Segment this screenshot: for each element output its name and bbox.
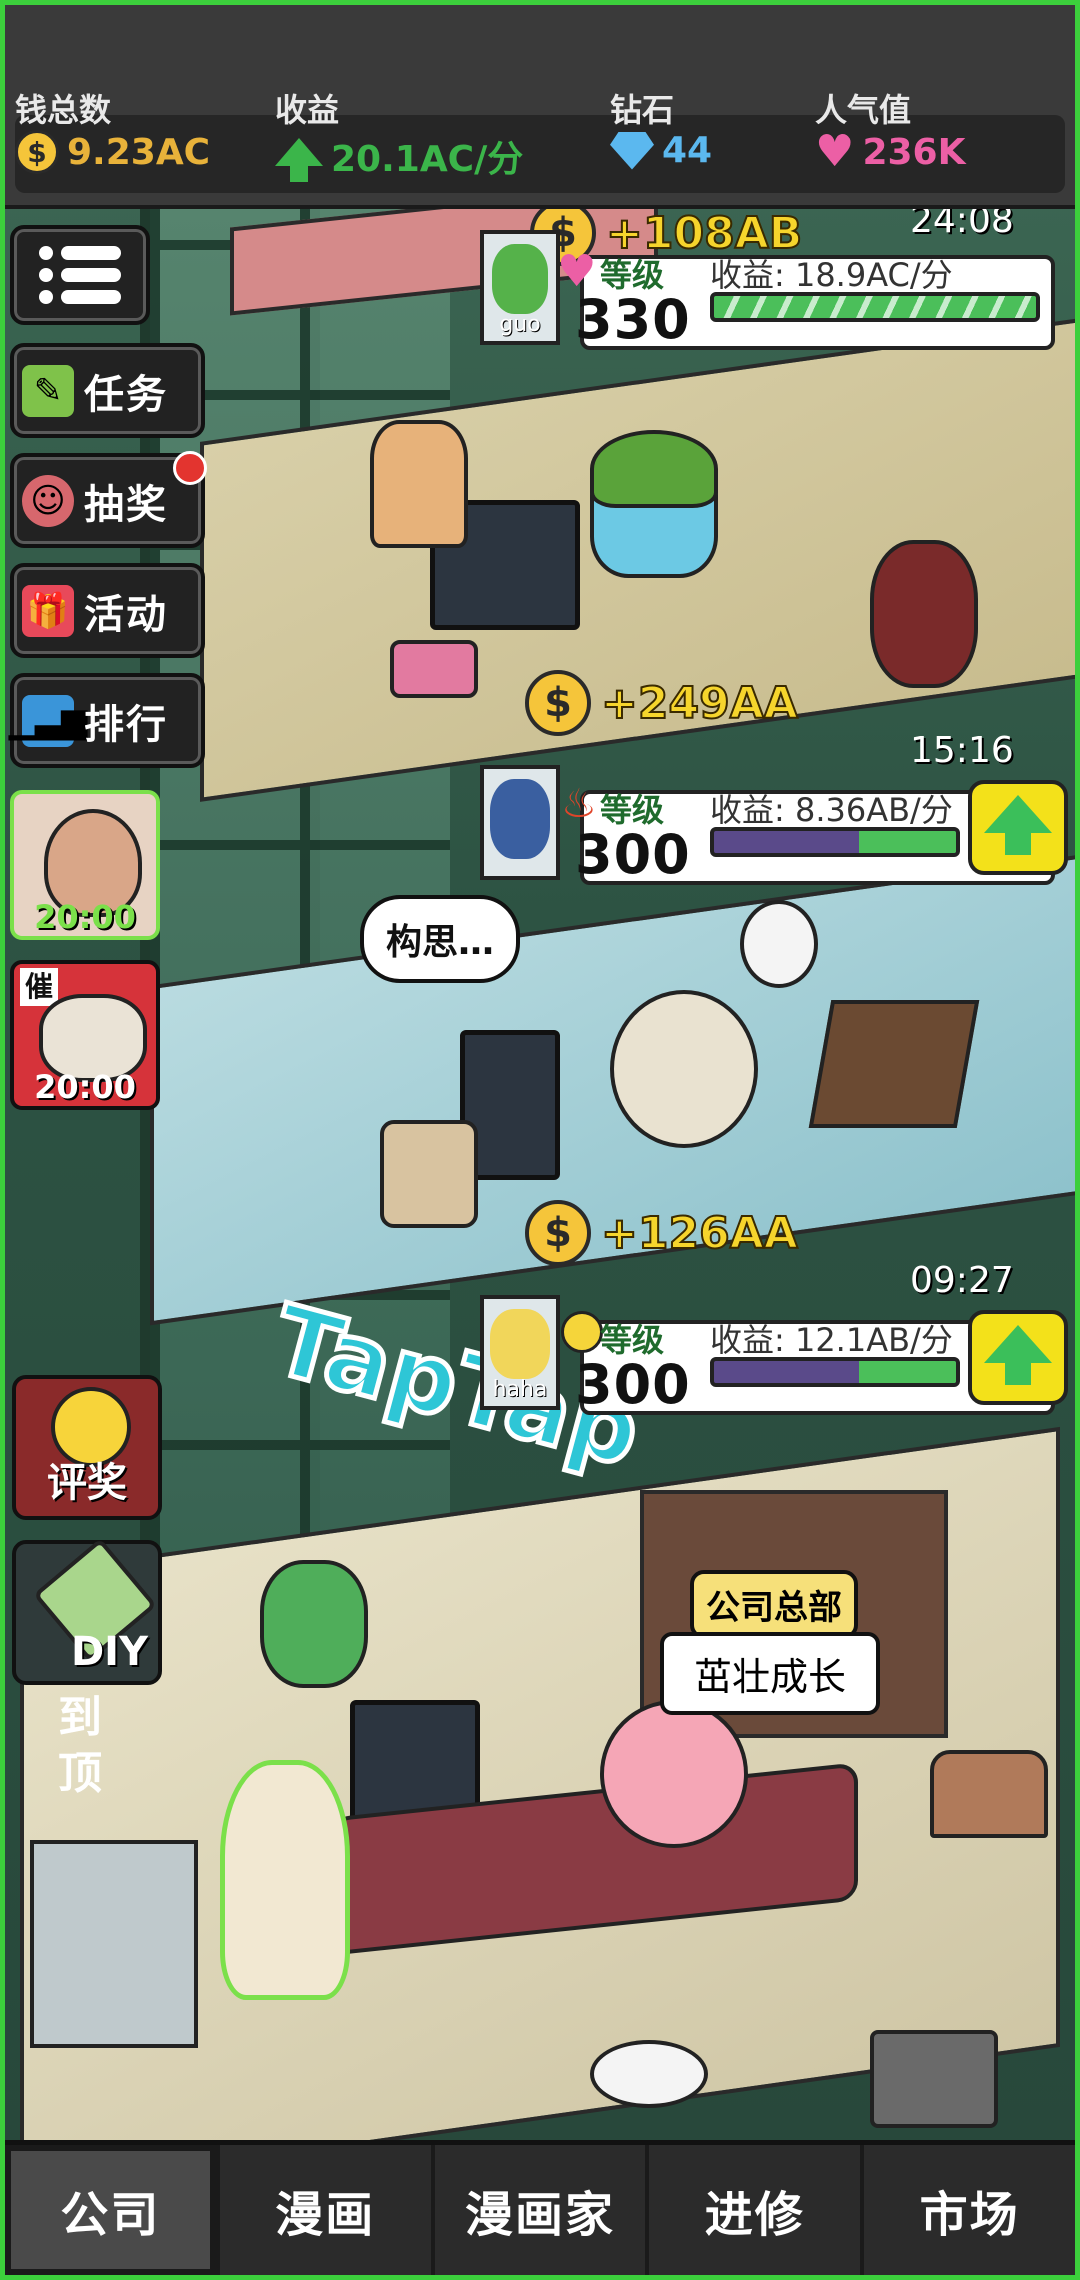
sidebar-item-events[interactable]: 🎁 活动 [10,563,205,658]
emoji-icon [561,1311,603,1353]
upgrade-arrow-icon [984,794,1052,855]
coin-icon: $ [15,130,59,174]
water-cooler-prop [30,1840,198,2048]
flame-icon: ♨ [561,781,597,827]
floor-2-progress [710,827,960,857]
coin-icon: $ [525,1200,591,1266]
sidebar-item-lottery[interactable]: ☺ 抽奖 [10,451,207,548]
floor-1-avatar[interactable]: guo [480,230,560,345]
floor-3-earn[interactable]: $ +126AA [525,1200,799,1266]
old-man-character[interactable] [220,1760,350,2000]
diamond-value: 44 [662,130,713,171]
sidebar-item-ranking[interactable]: ▁▃▆ 排行 [9,673,205,768]
floor-1-level-card[interactable]: guo ♥ 等级 330 收益: 18.9AC/分 [480,230,1060,351]
to-top-button[interactable]: 到 顶 [40,1690,120,1802]
income-value: 20.1AC/分 [331,139,524,180]
lottery-icon: ☺ [22,474,74,527]
money-value: 9.23AC [67,131,211,173]
floor-3-upgrade-button[interactable] [968,1310,1068,1405]
floor-2-level: ♨ 等级 300 [561,781,700,886]
cat-artist[interactable] [610,990,758,1148]
main-menu-button[interactable] [10,225,150,325]
floor-3-avatar-label: haha [492,1377,548,1402]
diy-button[interactable]: DIY [12,1538,162,1685]
income-label: 收益 [275,91,340,129]
events-label: 活动 [84,591,168,638]
green-hair-figure-prop [260,1560,368,1688]
floor-2-earn[interactable]: $ +249AA [525,670,799,736]
floor-3-level-card[interactable]: haha 等级 300 收益: 12.1AB/分 [480,1295,1068,1416]
lamp-prop [930,1750,1048,1838]
coin-icon: $ [525,670,591,736]
trash-bin-prop [870,2030,998,2128]
mask-statue-prop [870,540,978,688]
floor-2-avatar[interactable] [480,765,560,880]
portrait-old-man[interactable]: 20:00 [10,790,160,940]
tasks-label: 任务 [84,371,168,418]
toilet-paper-prop [740,900,818,988]
lottery-label: 抽奖 [84,481,168,528]
floor-2-level-card[interactable]: ♨ 等级 300 收益: 8.36AB/分 [480,765,1068,886]
floor-3-progress [710,1357,960,1387]
notification-dot [173,451,207,485]
white-cat-prop [590,2040,708,2108]
floor-2-upgrade-button[interactable] [968,780,1068,875]
popularity-value: 236K [862,131,966,173]
gift-icon: 🎁 [22,584,74,637]
muscle-figure-prop [370,420,468,548]
level-value: 300 [575,823,691,886]
urge-badge: 催 [20,968,58,1006]
floor-3-level: 等级 300 [561,1311,700,1416]
clipboard-icon: ✎ [22,364,74,417]
bar-chart-icon: ▁▃▆ [9,694,87,747]
tab-artists[interactable]: 漫画家 [435,2145,650,2275]
arrow-up-icon [275,132,323,182]
rate-award-label: 评奖 [47,1460,127,1506]
floor-3-avatar[interactable]: haha [480,1295,560,1410]
level-value: 300 [575,1353,691,1416]
rate-award-button[interactable]: 评奖 [12,1375,162,1520]
floor-1-level: ♥ 等级 330 [557,246,700,351]
level-value: 330 [575,288,691,351]
portrait-characters[interactable]: 催 20:00 [10,960,160,1110]
diy-label: DIY [70,1629,148,1675]
floor-2-timer: 15:16 [910,730,1014,771]
thought-bubble: 构思… [360,895,521,983]
bottom-nav: 公司 漫画 漫画家 进修 市场 [5,2140,1075,2275]
list-menu-icon [39,246,121,304]
hq-artist[interactable] [600,1700,748,1848]
treasure-chest-prop [390,640,478,698]
hq-tag: 公司总部 [690,1570,858,1639]
tab-comics[interactable]: 漫画 [220,2145,435,2275]
tab-training[interactable]: 进修 [649,2145,865,2275]
tab-company[interactable]: 公司 [5,2145,220,2275]
upgrade-arrow-icon [984,1324,1052,1385]
easel-prop [808,1000,980,1128]
ranking-label: 排行 [84,701,168,748]
heart-icon: ♥ [815,126,855,177]
floor-1-avatar-label: guo [499,312,541,337]
portrait-timer: 20:00 [34,898,136,936]
floor-3-timer: 09:27 [910,1260,1014,1301]
floor-2-earn-value: +249AA [600,677,799,730]
top-hud: 钱总数 $ 9.23AC 收益 20.1AC/分 钻石 44 人气值 ♥ 236… [5,5,1075,209]
money-label: 钱总数 [15,91,112,129]
hq-message: 茁壮成长 [660,1632,881,1715]
floor-3-earn-value: +126AA [600,1207,799,1260]
robot-prop [380,1120,478,1228]
floor-2-income: 收益: 8.36AB/分 [710,791,953,829]
floor-3-income: 收益: 12.1AB/分 [710,1321,953,1359]
sidebar-item-tasks[interactable]: ✎ 任务 [10,343,205,438]
portrait-timer: 20:00 [34,1068,136,1106]
floor-1-income: 收益: 18.9AC/分 [710,256,953,294]
popularity-label: 人气值 [815,91,912,129]
tab-market[interactable]: 市场 [864,2145,1075,2275]
gem-icon [610,131,654,170]
floor-1-progress [710,292,1040,322]
artist-hair [590,430,718,508]
diamond-label: 钻石 [610,91,675,129]
